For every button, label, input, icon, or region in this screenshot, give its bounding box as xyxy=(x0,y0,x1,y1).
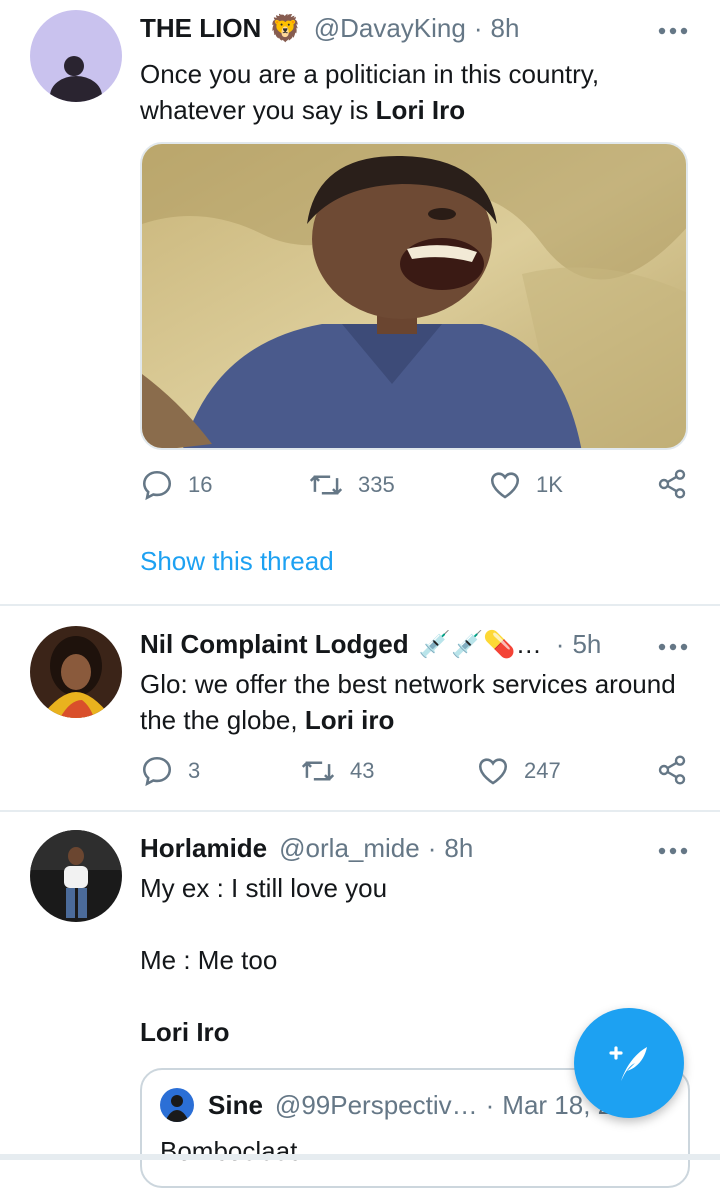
reply-icon xyxy=(142,756,172,787)
more-icon[interactable] xyxy=(658,628,688,659)
show-thread-link[interactable]: Show this thread xyxy=(140,546,334,577)
retweet-count: 43 xyxy=(350,758,375,783)
author-name[interactable]: THE LION xyxy=(140,13,261,44)
like-button[interactable]: 247 xyxy=(476,754,561,788)
share-icon xyxy=(658,469,686,499)
like-icon xyxy=(478,758,508,785)
share-icon xyxy=(658,755,686,785)
quote-author-handle: @99Perspectiv… xyxy=(274,1090,478,1120)
reply-count: 3 xyxy=(188,758,201,783)
author-name[interactable]: Nil Complaint Lodged xyxy=(140,629,409,660)
name-emoji: 💉💉💊… xyxy=(418,628,542,659)
retweet-button[interactable]: 43 xyxy=(300,754,374,788)
retweet-count: 335 xyxy=(358,472,395,497)
reply-count: 16 xyxy=(188,472,213,497)
reply-icon xyxy=(142,470,172,501)
timestamp[interactable]: 8h xyxy=(491,13,520,44)
more-icon[interactable] xyxy=(658,832,688,863)
reply-button[interactable]: 16 xyxy=(140,468,212,502)
avatar[interactable] xyxy=(30,830,122,922)
tweet-text: Glo: we offer the best network services … xyxy=(140,669,676,735)
tweet-text: Once you are a politician in this countr… xyxy=(140,59,600,125)
compose-tweet-button[interactable] xyxy=(574,1008,684,1118)
retweet-icon xyxy=(309,475,343,495)
retweet-button[interactable]: 335 xyxy=(308,468,395,502)
like-button[interactable]: 1K xyxy=(488,468,563,502)
retweet-icon xyxy=(301,761,335,781)
like-count: 247 xyxy=(524,758,561,783)
separator: · xyxy=(485,1090,495,1120)
bottom-edge xyxy=(0,1154,720,1160)
separator: · xyxy=(473,12,483,43)
timestamp[interactable]: 8h xyxy=(444,833,473,864)
tweet-text-line-1: My ex : I still love you xyxy=(140,873,388,903)
name-emoji: 🦁 xyxy=(269,12,302,43)
author-name[interactable]: Horlamide xyxy=(140,833,267,864)
separator: · xyxy=(427,832,437,863)
like-icon xyxy=(490,472,520,499)
quote-author-name: Sine xyxy=(208,1090,263,1120)
tweet-text-line-2: Me : Me too xyxy=(140,945,278,975)
tweet-2[interactable]: Nil Complaint Lodged 💉💉💊… · 5h Glo: we o… xyxy=(0,606,720,810)
compose-icon xyxy=(609,1046,647,1081)
author-handle[interactable]: @orla_mide xyxy=(279,833,420,864)
reply-button[interactable]: 3 xyxy=(140,754,200,788)
share-button[interactable] xyxy=(656,468,688,500)
tweet-1[interactable]: THE LION 🦁 @DavayKing · 8h Once you are … xyxy=(0,0,720,604)
more-icon[interactable] xyxy=(658,12,688,43)
avatar[interactable] xyxy=(30,626,122,718)
quote-avatar xyxy=(160,1088,194,1122)
author-handle[interactable]: @DavayKing xyxy=(314,13,466,44)
quote-text: Bomboclaat xyxy=(160,1136,298,1166)
separator: · xyxy=(555,628,565,659)
avatar[interactable] xyxy=(30,10,122,102)
share-button[interactable] xyxy=(656,754,688,786)
like-count: 1K xyxy=(536,472,563,497)
timestamp[interactable]: 5h xyxy=(572,629,601,660)
tweet-image[interactable] xyxy=(140,142,688,450)
